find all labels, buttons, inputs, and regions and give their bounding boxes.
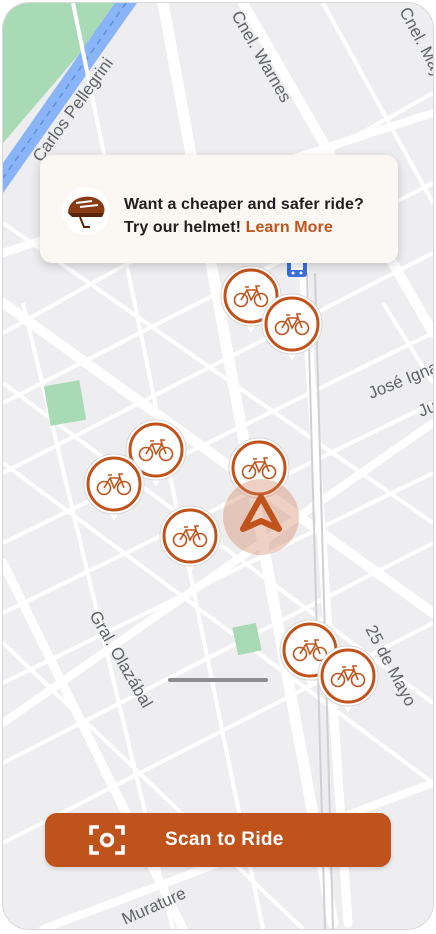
map[interactable]: Carlos Pellegrini Cnel. Warnes Cnel. May…: [3, 3, 433, 929]
helmet-icon: [62, 187, 110, 235]
scan-to-ride-button[interactable]: Scan to Ride: [45, 813, 391, 867]
scan-icon: [89, 825, 125, 855]
learn-more-link[interactable]: Learn More: [246, 219, 333, 236]
bike-pin[interactable]: [159, 505, 221, 575]
bike-pin[interactable]: [261, 293, 323, 363]
banner-title: Want a cheaper and safer ride?: [124, 196, 364, 213]
navigation-arrow-icon: [240, 494, 282, 532]
scan-button-label: Scan to Ride: [165, 829, 284, 850]
banner-subtitle: Try our helmet!: [124, 219, 242, 236]
bike-pin[interactable]: [317, 645, 379, 715]
sheet-drag-handle[interactable]: [168, 678, 268, 682]
bike-pin[interactable]: [83, 453, 145, 523]
user-location-marker: [223, 479, 299, 555]
app-screen: Carlos Pellegrini Cnel. Warnes Cnel. May…: [3, 3, 433, 929]
small-park: [43, 380, 87, 426]
helmet-promo-banner: Want a cheaper and safer ride? Try our h…: [40, 155, 398, 263]
